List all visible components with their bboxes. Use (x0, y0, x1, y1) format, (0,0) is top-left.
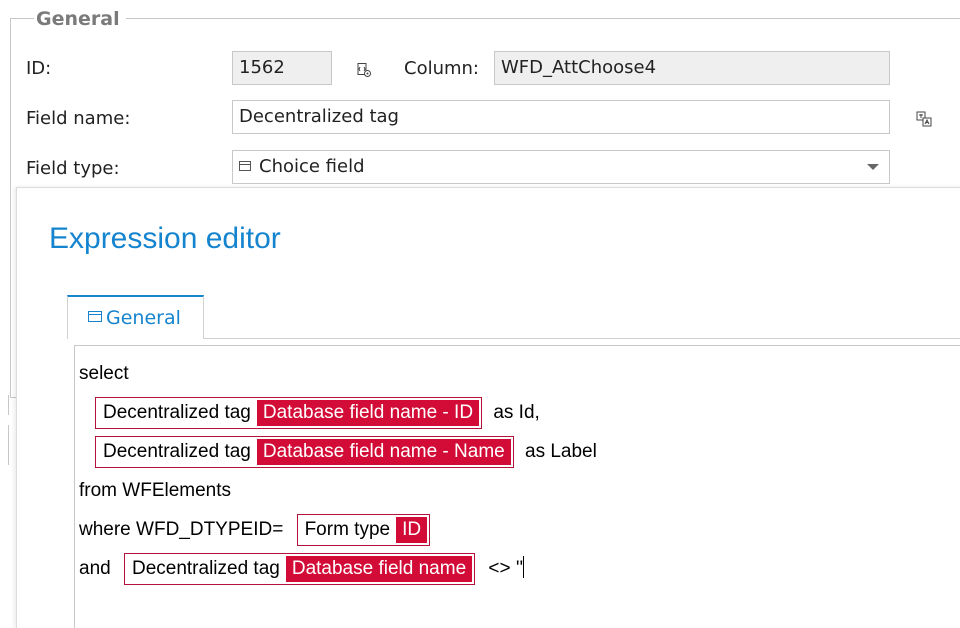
code-line-and: and Decentralized tag Database field name… (79, 553, 525, 585)
code-text: as Id, (493, 402, 540, 423)
text-cursor (523, 556, 525, 578)
tab-general[interactable]: General (67, 295, 204, 339)
copy-code-icon[interactable] (356, 62, 372, 78)
id-label: ID: (26, 58, 52, 79)
token-name: Decentralized tag (103, 441, 251, 462)
field-type-value: Choice field (259, 156, 365, 177)
general-group-title: General (34, 6, 126, 32)
code-line-from: from WFElements (79, 475, 231, 507)
tab-strip-line (204, 338, 960, 339)
choice-field-icon (239, 161, 251, 171)
token-name: Decentralized tag (103, 402, 251, 423)
translate-icon[interactable] (916, 111, 932, 127)
column-label: Column: (404, 58, 479, 79)
field-token[interactable]: Decentralized tag Database field name - N… (95, 436, 514, 468)
editor-title: Expression editor (49, 222, 281, 255)
code-line-where: where WFD_DTYPEID= Form type ID (79, 514, 431, 546)
field-token[interactable]: Decentralized tag Database field name (123, 553, 476, 585)
window-icon (88, 311, 102, 322)
field-type-select[interactable]: Choice field (232, 150, 890, 184)
code-text: from WFElements (79, 480, 232, 501)
expression-editor-panel: Expression editor General select Decentr… (16, 187, 960, 628)
code-text: <> '' (488, 558, 524, 579)
code-text: where WFD_DTYPEID= (79, 519, 284, 540)
field-type-label: Field type: (26, 158, 120, 179)
code-text: select (79, 363, 129, 384)
code-line-id: Decentralized tag Database field name - I… (95, 397, 540, 429)
expression-code-area[interactable]: select Decentralized tag Database field n… (74, 345, 960, 628)
divider (8, 395, 9, 415)
id-field[interactable]: 1562 (232, 51, 332, 85)
token-attribute: ID (396, 517, 428, 543)
divider (8, 425, 9, 465)
token-attribute: Database field name (285, 556, 473, 582)
code-text: as Label (525, 441, 597, 462)
token-name: Decentralized tag (131, 558, 280, 579)
token-attribute: Database field name - ID (256, 400, 480, 426)
field-token[interactable]: Form type ID (296, 514, 431, 546)
column-field[interactable]: WFD_AttChoose4 (494, 51, 890, 85)
code-line-label: Decentralized tag Database field name - N… (95, 436, 597, 468)
tab-label: General (106, 307, 181, 329)
field-name-label: Field name: (26, 108, 131, 129)
token-name: Form type (304, 519, 391, 540)
code-line-select: select (79, 358, 129, 390)
chevron-down-icon[interactable] (867, 164, 879, 170)
field-token[interactable]: Decentralized tag Database field name - I… (95, 397, 483, 429)
code-text: and (79, 558, 111, 579)
token-attribute: Database field name - Name (256, 439, 511, 465)
field-name-input[interactable]: Decentralized tag (232, 100, 890, 134)
